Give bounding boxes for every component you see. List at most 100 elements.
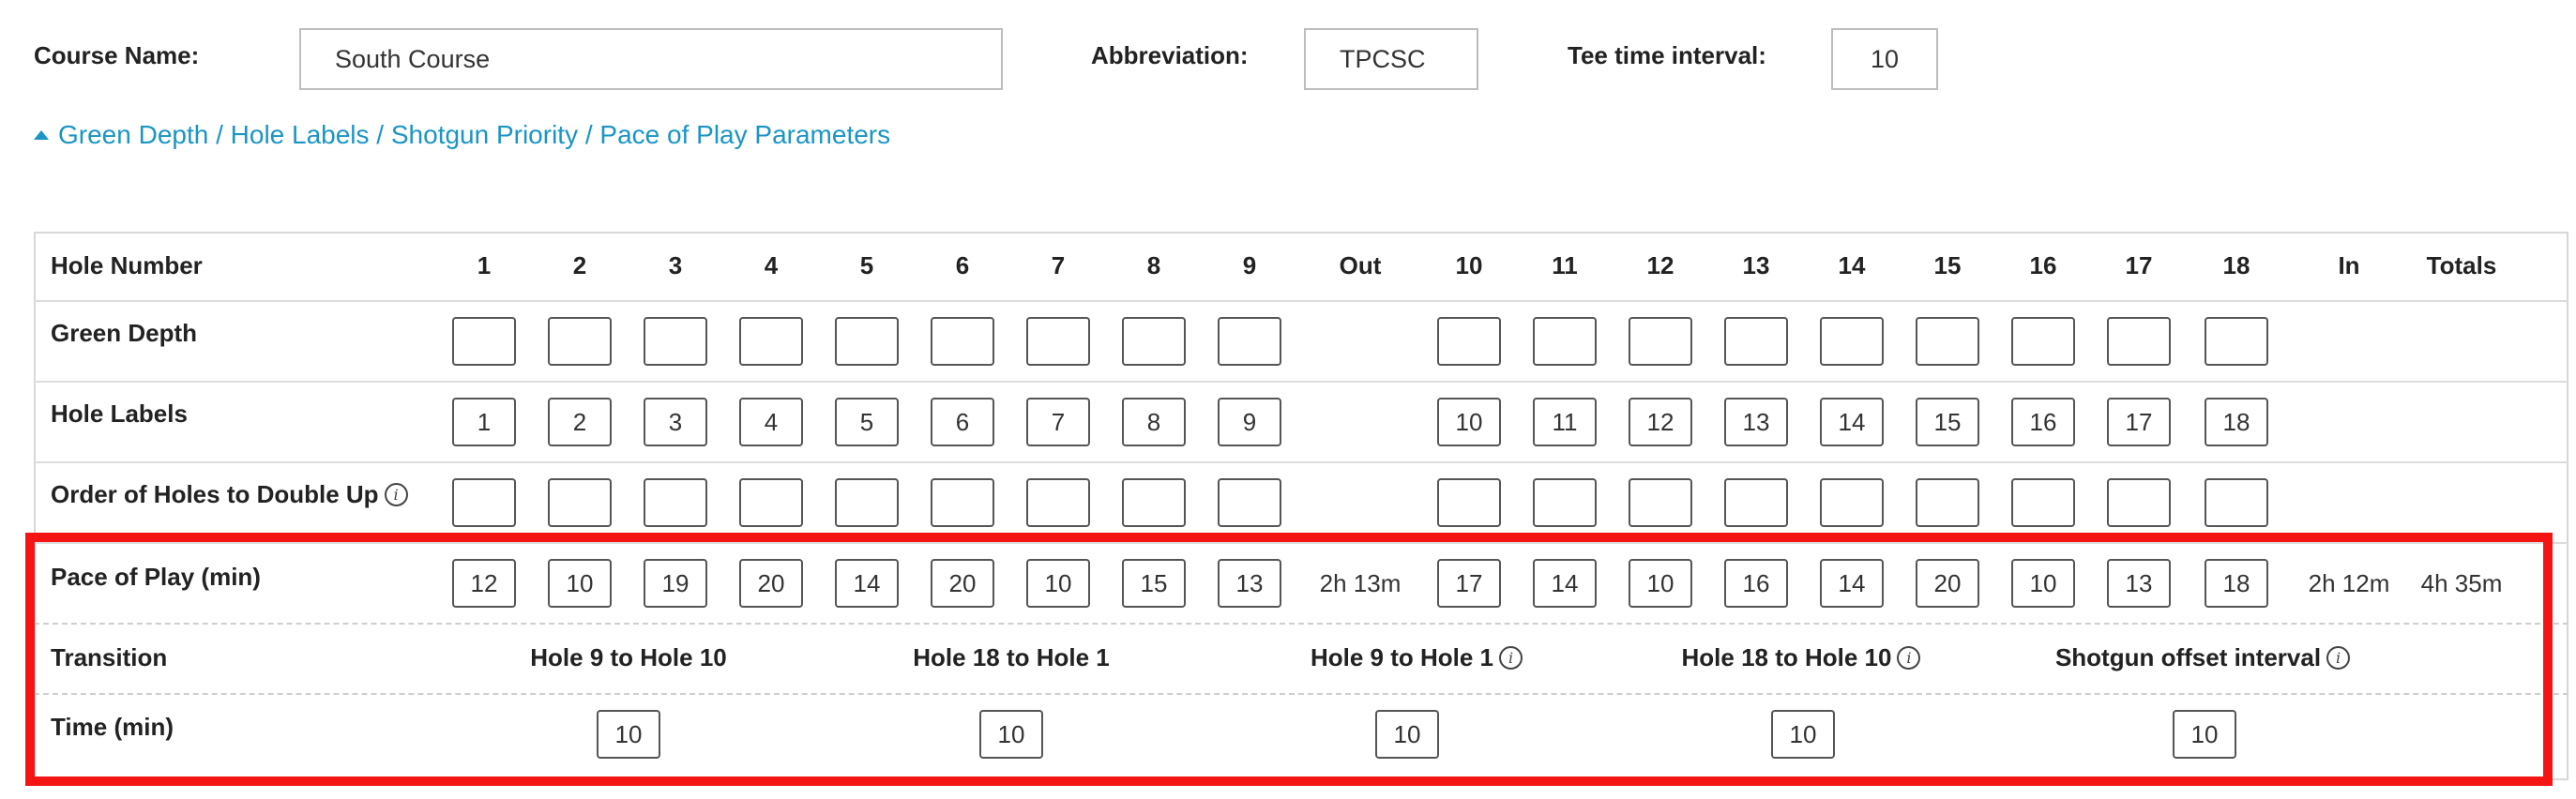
hole-labels-input[interactable]: 4 <box>739 398 803 446</box>
green-depth-input[interactable] <box>931 317 994 366</box>
double-up-input[interactable] <box>1122 478 1186 527</box>
double-up-input[interactable] <box>1629 478 1692 527</box>
pace-input[interactable]: 16 <box>1724 559 1788 608</box>
transition-time-input[interactable]: 10 <box>1375 710 1439 759</box>
double-up-input[interactable] <box>2011 478 2075 527</box>
double-up-input[interactable] <box>452 478 516 527</box>
pace-input[interactable]: 10 <box>548 559 612 608</box>
pace-input[interactable]: 13 <box>2107 559 2171 608</box>
double-up-input[interactable] <box>1533 478 1597 527</box>
green-depth-input[interactable] <box>548 317 612 366</box>
info-icon[interactable]: i <box>1499 646 1523 670</box>
column-header: 9 <box>1242 251 1257 279</box>
transition-time-input[interactable]: 10 <box>597 710 660 759</box>
parameters-expander-link[interactable]: Green Depth / Hole Labels / Shotgun Prio… <box>34 120 890 150</box>
hole-labels-input[interactable]: 1 <box>452 398 516 446</box>
pace-input[interactable]: 20 <box>1916 559 1979 608</box>
hole-labels-input[interactable]: 14 <box>1820 398 1884 446</box>
green-depth-input[interactable] <box>1820 317 1884 366</box>
hole-labels-input[interactable]: 15 <box>1916 398 1979 446</box>
double-up-input[interactable] <box>2205 478 2268 527</box>
hole-labels-input[interactable]: 9 <box>1218 398 1281 446</box>
pace-input[interactable]: 14 <box>1820 559 1884 608</box>
pace-input[interactable]: 20 <box>931 559 994 608</box>
green-depth-input[interactable] <box>2011 317 2075 366</box>
hole-labels-input[interactable]: 17 <box>2107 398 2171 446</box>
pace-input[interactable]: 20 <box>739 559 803 608</box>
double-up-input[interactable] <box>1437 478 1501 527</box>
row-divider <box>34 693 2568 695</box>
info-icon[interactable]: i <box>1897 646 1921 670</box>
pace-input[interactable]: 15 <box>1122 559 1186 608</box>
row-divider <box>34 461 2568 463</box>
green-depth-input[interactable] <box>835 317 899 366</box>
pace-input[interactable]: 14 <box>835 559 899 608</box>
double-up-input[interactable] <box>1916 478 1979 527</box>
green-depth-input[interactable] <box>452 317 516 366</box>
pace-input[interactable]: 12 <box>452 559 516 608</box>
pace-input[interactable]: 10 <box>1026 559 1090 608</box>
double-up-input[interactable] <box>644 478 707 527</box>
double-up-input[interactable] <box>548 478 612 527</box>
green-depth-input[interactable] <box>2107 317 2171 366</box>
transition-time-input[interactable]: 10 <box>2173 710 2236 759</box>
hole-labels-input[interactable]: 11 <box>1533 398 1597 446</box>
hole-labels-input[interactable]: 8 <box>1122 398 1186 446</box>
double-up-input[interactable] <box>739 478 803 527</box>
green-depth-input[interactable] <box>644 317 707 366</box>
hole-parameters-table <box>34 232 2568 780</box>
double-up-input[interactable] <box>1820 478 1884 527</box>
info-icon[interactable]: i <box>384 483 408 506</box>
green-depth-input[interactable] <box>1916 317 1979 366</box>
hole-labels-input[interactable]: 5 <box>835 398 899 446</box>
green-depth-input[interactable] <box>1533 317 1597 366</box>
pace-input[interactable]: 13 <box>1218 559 1281 608</box>
course-name-input[interactable]: South Course <box>299 28 1003 90</box>
green-depth-input[interactable] <box>1218 317 1281 366</box>
hole-labels-input[interactable]: 13 <box>1724 398 1788 446</box>
row-divider <box>34 542 2568 544</box>
double-up-input[interactable] <box>835 478 899 527</box>
transition-header-18-to-1: Hole 18 to Hole 1 <box>913 643 1110 671</box>
hole-labels-input[interactable]: 7 <box>1026 398 1090 446</box>
tee-time-interval-label: Tee time interval: <box>1568 41 1766 69</box>
double-up-input[interactable] <box>1724 478 1788 527</box>
pace-input[interactable]: 10 <box>2011 559 2075 608</box>
double-up-input[interactable] <box>1218 478 1281 527</box>
row-divider <box>34 381 2568 383</box>
caret-up-icon <box>34 130 49 140</box>
pace-input[interactable]: 10 <box>1629 559 1692 608</box>
green-depth-input[interactable] <box>1437 317 1501 366</box>
double-up-input[interactable] <box>2107 478 2171 527</box>
hole-labels-input[interactable]: 2 <box>548 398 612 446</box>
hole-labels-input[interactable]: 12 <box>1629 398 1692 446</box>
hole-labels-input[interactable]: 18 <box>2205 398 2268 446</box>
hole-labels-input[interactable]: 16 <box>2011 398 2075 446</box>
column-header: 13 <box>1742 251 1770 279</box>
pace-input[interactable]: 18 <box>2205 559 2268 608</box>
column-header: 8 <box>1146 251 1161 279</box>
double-up-input[interactable] <box>1026 478 1090 527</box>
green-depth-label: Green Depth <box>51 319 198 347</box>
green-depth-input[interactable] <box>1629 317 1692 366</box>
pace-input[interactable]: 19 <box>644 559 707 608</box>
green-depth-input[interactable] <box>1026 317 1090 366</box>
transition-header-shotgun-offset: Shotgun offset interval i <box>2034 643 2371 672</box>
hole-labels-input[interactable]: 10 <box>1437 398 1501 446</box>
column-header: 17 <box>2125 251 2153 279</box>
hole-labels-input[interactable]: 6 <box>931 398 994 446</box>
green-depth-input[interactable] <box>2205 317 2268 366</box>
green-depth-input[interactable] <box>1724 317 1788 366</box>
double-up-input[interactable] <box>931 478 994 527</box>
tee-time-interval-input[interactable]: 10 <box>1831 28 1938 90</box>
transition-time-input[interactable]: 10 <box>979 710 1043 759</box>
pace-input[interactable]: 17 <box>1437 559 1501 608</box>
column-header: 6 <box>955 251 970 279</box>
hole-labels-input[interactable]: 3 <box>644 398 707 446</box>
pace-input[interactable]: 14 <box>1533 559 1597 608</box>
transition-time-input[interactable]: 10 <box>1771 710 1835 759</box>
green-depth-input[interactable] <box>739 317 803 366</box>
info-icon[interactable]: i <box>2326 646 2351 670</box>
abbreviation-input[interactable]: TPCSC <box>1304 28 1478 90</box>
green-depth-input[interactable] <box>1122 317 1186 366</box>
